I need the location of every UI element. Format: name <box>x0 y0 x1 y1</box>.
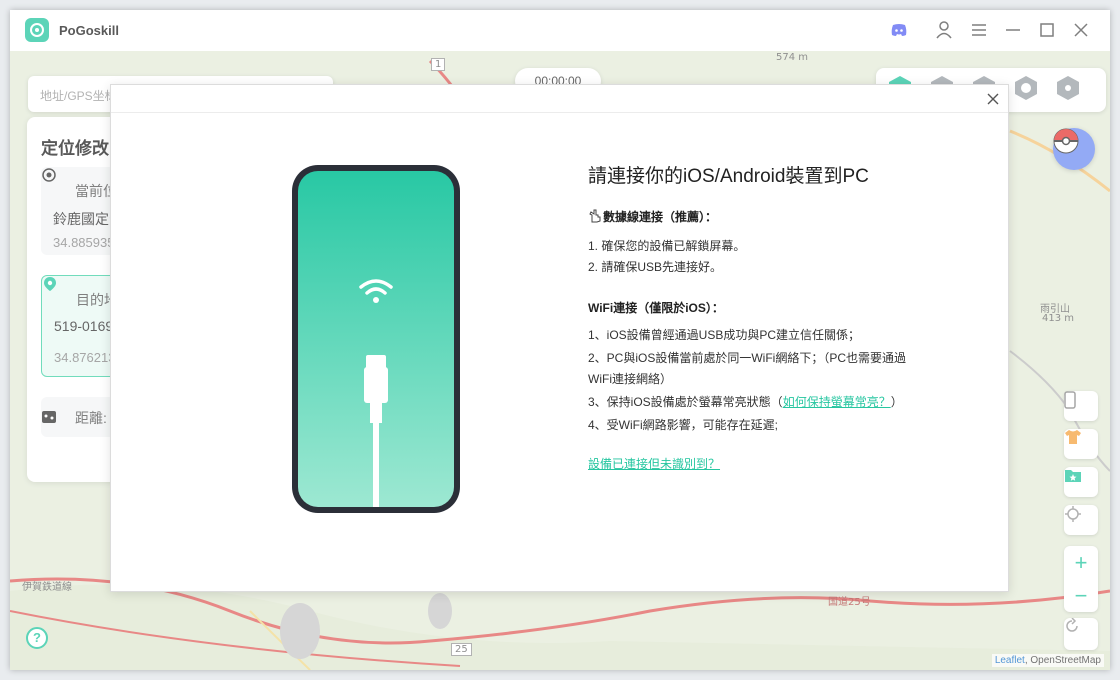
device-not-recognized-link[interactable]: 設備已連接但未識別到？ <box>588 455 720 472</box>
wifi-section-heading: WiFi連接（僅限於iOS）： <box>588 301 724 315</box>
hand-icon <box>589 209 601 223</box>
wifi-step-3-close: ） <box>890 395 903 409</box>
wifi-step-2b: WiFi連接網絡） <box>588 372 672 386</box>
app-window: PoGoskill 574 m 1 雨引山 413 m 国道25号 25 伊賀鉄… <box>10 10 1110 670</box>
dialog-close-icon[interactable] <box>984 90 1002 108</box>
cable-section-heading: 數據線連接（推薦）： <box>588 208 717 225</box>
dialog-title: 請連接你的iOS/Android裝置到PC <box>588 166 869 187</box>
wifi-step-2a: 2、PC與iOS設備當前處於同一WiFi網絡下；（PC也需要通過 <box>588 351 907 365</box>
cable-step-1: 1. 確保您的設備已解鎖屏幕。 <box>588 239 746 253</box>
cable-heading-text: 數據線連接（推薦）： <box>603 210 718 224</box>
connect-device-dialog: 請連接你的iOS/Android裝置到PC 數據線連接（推薦）： 1. 確保您的… <box>110 84 1009 592</box>
usb-cable-icon <box>364 355 388 507</box>
wifi-step-1: 1、iOS設備曾經通過USB成功與PC建立信任關係； <box>588 328 861 342</box>
keep-screen-on-link[interactable]: 如何保持螢幕常亮？ <box>783 395 891 409</box>
wifi-step-4: 4、受WiFi網路影響，可能存在延遲; <box>588 418 778 432</box>
dialog-header <box>111 85 1008 113</box>
cable-step-2: 2. 請確保USB先連接好。 <box>588 260 723 274</box>
phone-illustration <box>292 165 460 513</box>
wifi-step-3: 3、保持iOS設備處於螢幕常亮狀態（如何保持螢幕常亮？） <box>588 393 903 410</box>
phone-screen <box>298 171 454 507</box>
wifi-icon <box>359 279 393 303</box>
wifi-step-3-text: 3、保持iOS設備處於螢幕常亮狀態（ <box>588 395 783 409</box>
